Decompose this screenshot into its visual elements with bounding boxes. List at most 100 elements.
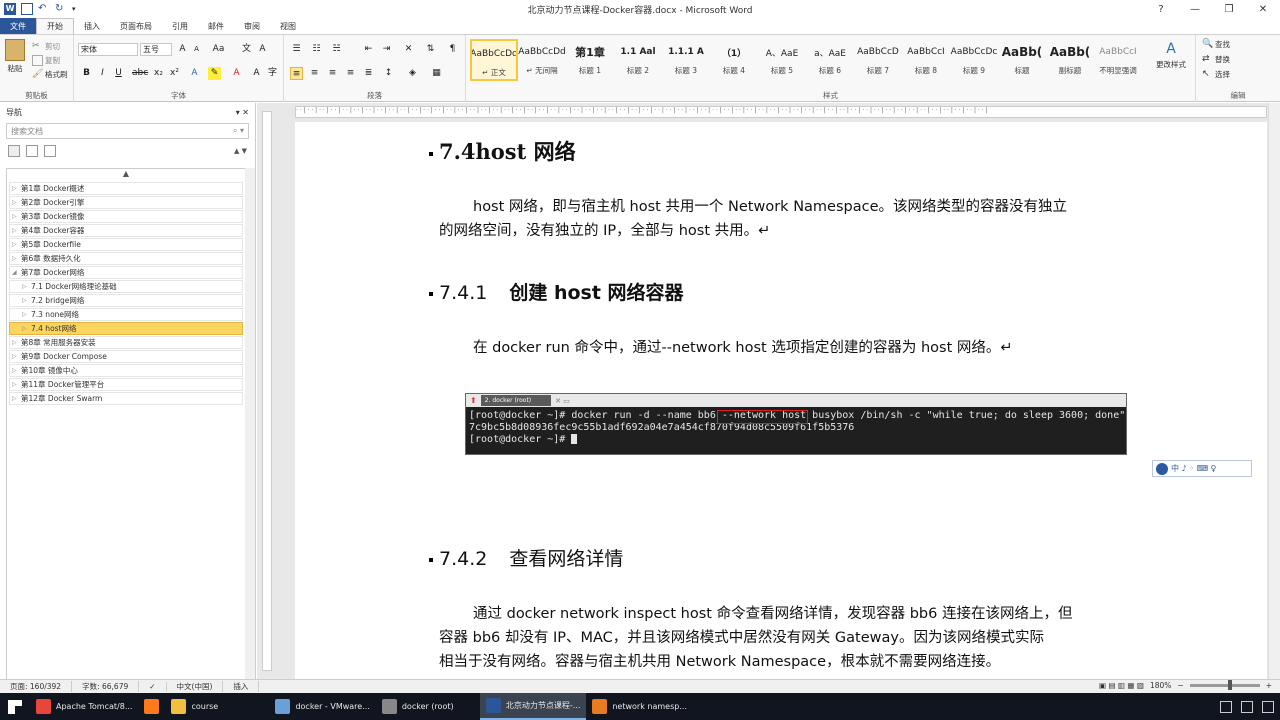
nav-item[interactable]: ▷ 第9章 Docker Compose bbox=[9, 350, 243, 363]
chinese-layout-icon[interactable]: ✕ bbox=[402, 43, 415, 56]
style-item[interactable]: AaBbCcDc 标题 9 bbox=[950, 39, 998, 81]
increase-indent-icon[interactable]: ⇥ bbox=[380, 43, 393, 56]
headings-view-icon[interactable] bbox=[8, 145, 20, 157]
taskbar-item[interactable]: course bbox=[165, 693, 269, 720]
nav-item[interactable]: ▷ 第1章 Docker概述 bbox=[9, 182, 243, 195]
nav-item[interactable]: ▷ 第2章 Docker引擎 bbox=[9, 196, 243, 209]
copy-button[interactable]: 复制 bbox=[32, 55, 60, 66]
style-item[interactable]: a、AaE 标题 6 bbox=[806, 39, 854, 81]
collapsed-arrow-icon[interactable]: ▷ bbox=[22, 283, 31, 290]
nav-item[interactable]: ▷ 第5章 Dockerfile bbox=[9, 238, 243, 251]
page-count[interactable]: 页面: 160/392 bbox=[0, 681, 73, 692]
taskbar-item[interactable]: docker (root) bbox=[376, 693, 480, 720]
grow-font-icon[interactable]: A bbox=[176, 43, 189, 56]
collapsed-arrow-icon[interactable]: ▷ bbox=[22, 325, 31, 332]
collapsed-arrow-icon[interactable]: ▷ bbox=[22, 311, 31, 318]
ime-toolbar[interactable]: 中 ♪ ◦ ⌨ ♀ bbox=[1152, 460, 1252, 477]
search-icon[interactable]: ⌕ ▾ bbox=[233, 126, 244, 136]
style-item[interactable]: A、AaE 标题 5 bbox=[758, 39, 806, 81]
nav-arrows-icon[interactable]: ▲ ▼ bbox=[234, 147, 247, 155]
style-item[interactable]: AaBbCcDd ↵ 无间隔 bbox=[518, 39, 566, 81]
collapsed-arrow-icon[interactable]: ▷ bbox=[12, 241, 21, 248]
spellcheck-icon[interactable]: ✓ bbox=[139, 682, 167, 691]
taskbar-item[interactable]: docker - VMware... bbox=[269, 693, 375, 720]
decrease-indent-icon[interactable]: ⇤ bbox=[362, 43, 375, 56]
find-button[interactable]: 🔍 查找 bbox=[1202, 39, 1230, 50]
align-left-icon[interactable]: ≡ bbox=[290, 67, 303, 80]
text-effects-icon[interactable]: A bbox=[188, 67, 201, 80]
word-count[interactable]: 字数: 66,679 bbox=[72, 681, 140, 692]
nav-item[interactable]: ▷ 7.3 none网络 bbox=[9, 308, 243, 321]
tab-references[interactable]: 引用 bbox=[162, 18, 198, 34]
collapsed-arrow-icon[interactable]: ▷ bbox=[12, 227, 21, 234]
tab-mailings[interactable]: 邮件 bbox=[198, 18, 234, 34]
save-icon[interactable] bbox=[21, 3, 33, 15]
style-item[interactable]: （1） 标题 4 bbox=[710, 39, 758, 81]
minimize-button[interactable]: — bbox=[1178, 0, 1212, 18]
font-family-select[interactable]: 宋体 bbox=[78, 43, 138, 56]
phonetic-guide-icon[interactable]: 文 bbox=[240, 43, 253, 56]
nav-item[interactable]: ▷ 第12章 Docker Swarm bbox=[9, 392, 243, 405]
clear-format-icon[interactable]: A bbox=[256, 43, 269, 56]
nav-scrollbar[interactable] bbox=[245, 168, 255, 680]
collapsed-arrow-icon[interactable]: ▷ bbox=[12, 353, 21, 360]
nav-item[interactable]: ▷ 第11章 Docker管理平台 bbox=[9, 378, 243, 391]
collapsed-arrow-icon[interactable]: ▷ bbox=[22, 297, 31, 304]
align-right-icon[interactable]: ≡ bbox=[326, 67, 339, 80]
nav-search-box[interactable]: 搜索文档 ⌕ ▾ bbox=[6, 123, 249, 139]
start-button[interactable] bbox=[0, 693, 30, 720]
sort-icon[interactable]: ⇅ bbox=[424, 43, 437, 56]
select-button[interactable]: ↖ 选择 bbox=[1202, 69, 1230, 80]
style-item[interactable]: AaBbCcI 标题 8 bbox=[902, 39, 950, 81]
nav-item[interactable]: ▷ 7.4 host网络 bbox=[9, 322, 243, 335]
taskbar-item[interactable]: network namesp... bbox=[586, 693, 693, 720]
zoom-in-icon[interactable]: + bbox=[1266, 681, 1272, 690]
format-painter-button[interactable]: 🖌 格式刷 bbox=[32, 69, 68, 80]
nav-item[interactable]: ▷ 第4章 Docker容器 bbox=[9, 224, 243, 237]
nav-item[interactable]: ▷ 第8章 常用服务器安装 bbox=[9, 336, 243, 349]
network-icon[interactable] bbox=[1220, 700, 1232, 713]
insert-mode[interactable]: 插入 bbox=[223, 681, 260, 692]
customize-toolbar-icon[interactable]: ▾ bbox=[72, 3, 84, 15]
style-item[interactable]: AaBb(标题 bbox=[998, 39, 1046, 81]
nav-item[interactable]: ▷ 第6章 数据持久化 bbox=[9, 252, 243, 265]
volume-icon[interactable] bbox=[1241, 700, 1253, 713]
pages-view-icon[interactable] bbox=[26, 145, 38, 157]
collapsed-arrow-icon[interactable]: ▷ bbox=[12, 367, 21, 374]
redo-icon[interactable]: ↻ bbox=[55, 3, 67, 15]
nav-close-icon[interactable]: ▾ ✕ bbox=[236, 108, 249, 117]
tab-view[interactable]: 视图 bbox=[270, 18, 306, 34]
highlight-icon[interactable]: ✎ bbox=[208, 67, 221, 80]
borders-icon[interactable]: ▦ bbox=[430, 67, 443, 80]
nav-item[interactable]: ▷ 7.2 bridge网络 bbox=[9, 294, 243, 307]
view-buttons-icon[interactable]: ▣ ▤ ▥ ▦ ▧ bbox=[1099, 681, 1144, 690]
change-case-icon[interactable]: Aa bbox=[212, 43, 225, 56]
italic-icon[interactable]: I bbox=[96, 67, 109, 80]
document-page[interactable]: 7.4host 网络 host 网络，即与宿主机 host 共用一个 Netwo… bbox=[295, 122, 1267, 682]
taskbar-item[interactable]: Apache Tomcat/8... bbox=[30, 693, 138, 720]
collapsed-arrow-icon[interactable]: ▷ bbox=[12, 185, 21, 192]
tab-home[interactable]: 开始 bbox=[36, 18, 74, 34]
strikethrough-icon[interactable]: abc bbox=[132, 67, 148, 80]
expanded-arrow-icon[interactable]: ◢ bbox=[12, 269, 21, 276]
shrink-font-icon[interactable]: A bbox=[190, 43, 203, 56]
close-button[interactable]: ✕ bbox=[1246, 0, 1280, 18]
collapsed-arrow-icon[interactable]: ▷ bbox=[12, 395, 21, 402]
tab-page-layout[interactable]: 页面布局 bbox=[110, 18, 162, 34]
collapsed-arrow-icon[interactable]: ▷ bbox=[12, 255, 21, 262]
style-item[interactable]: AaBb(副标题 bbox=[1046, 39, 1094, 81]
input-method-icon[interactable] bbox=[1262, 700, 1274, 713]
justify-icon[interactable]: ≡ bbox=[344, 67, 357, 80]
style-item[interactable]: AaBbCcI 不明显强调 bbox=[1094, 39, 1142, 81]
style-item[interactable]: 1.1.1 A 标题 3 bbox=[662, 39, 710, 81]
multilevel-list-icon[interactable]: ☵ bbox=[330, 43, 343, 56]
undo-icon[interactable]: ↶ bbox=[38, 3, 50, 15]
tab-file[interactable]: 文件 bbox=[0, 18, 36, 34]
nav-item[interactable]: ▷ 第10章 镜像中心 bbox=[9, 364, 243, 377]
tab-insert[interactable]: 插入 bbox=[74, 18, 110, 34]
collapsed-arrow-icon[interactable]: ▷ bbox=[12, 199, 21, 206]
collapse-up-icon[interactable]: ▲ bbox=[7, 169, 245, 181]
taskbar-item[interactable] bbox=[138, 693, 165, 720]
document-scrollbar[interactable] bbox=[1268, 103, 1280, 679]
style-item[interactable]: 1.1 Aal 标题 2 bbox=[614, 39, 662, 81]
